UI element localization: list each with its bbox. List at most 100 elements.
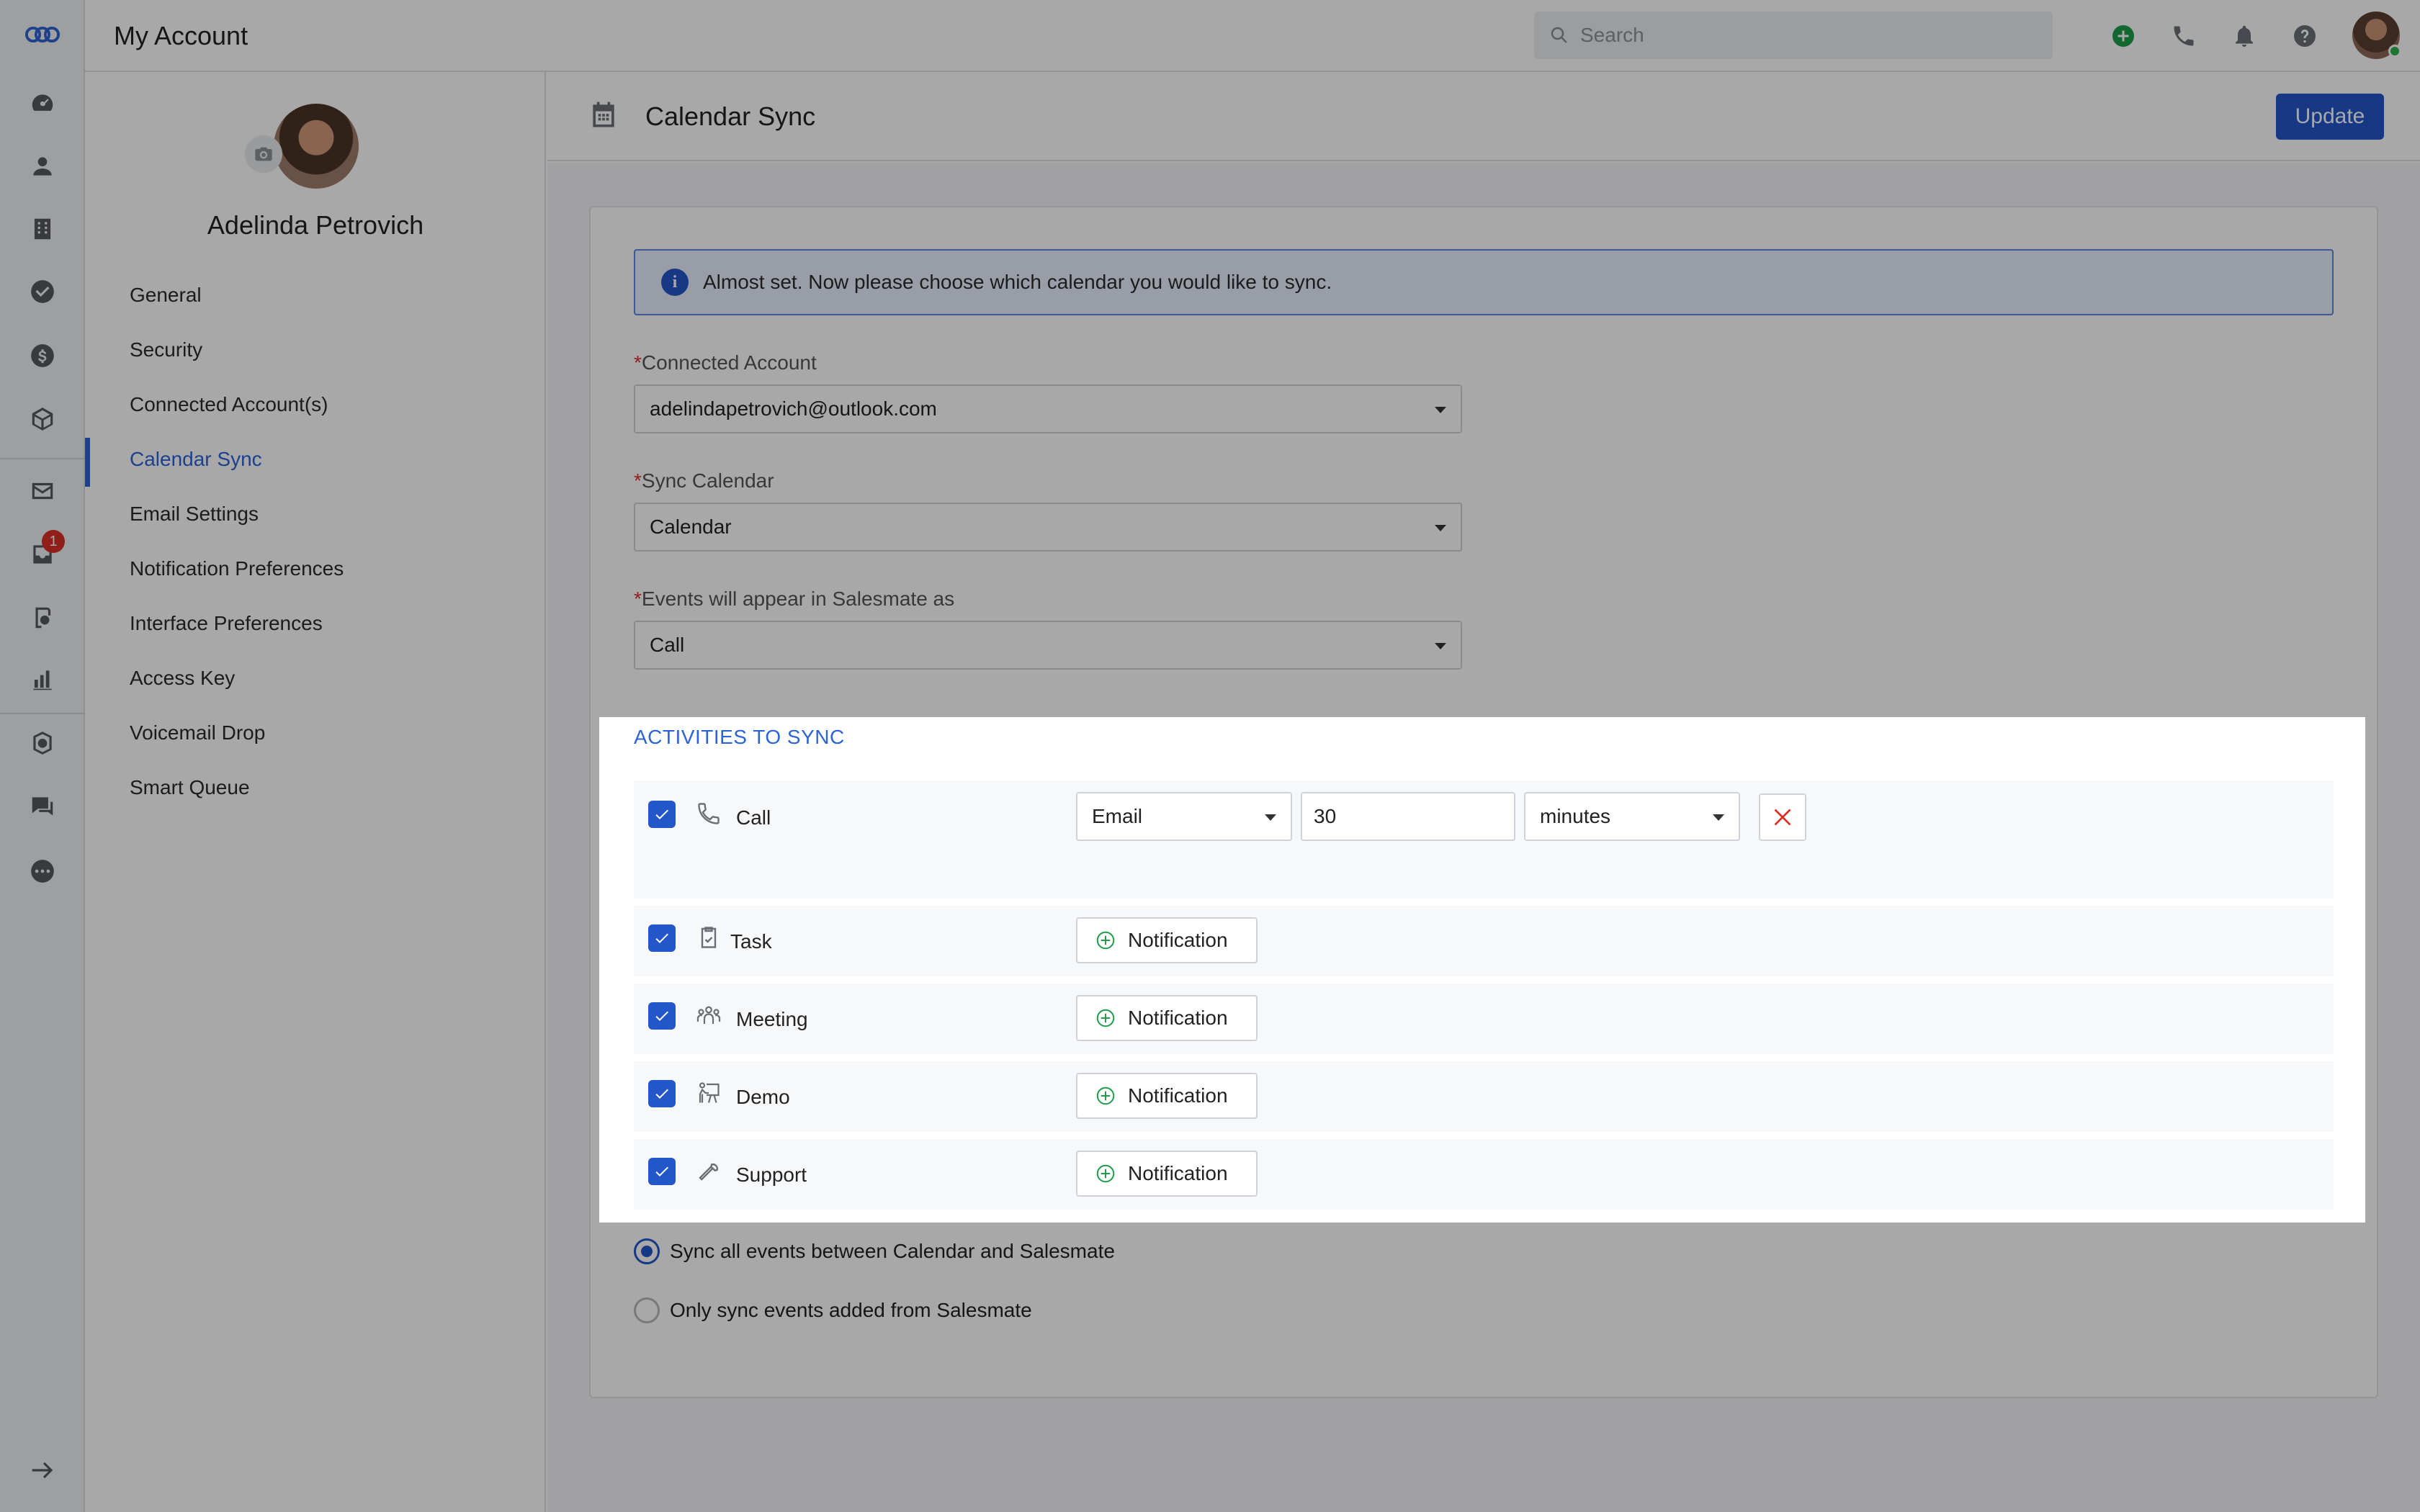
notification-label: Notification — [1128, 1162, 1228, 1184]
search-icon — [1551, 27, 1567, 43]
support-checkbox[interactable] — [648, 1158, 676, 1185]
search-input[interactable] — [1579, 23, 2011, 48]
nav-item-smart-queue[interactable]: Smart Queue — [130, 776, 250, 799]
nav-item-interface-preferences[interactable]: Interface Preferences — [130, 612, 323, 635]
check-icon — [655, 1089, 668, 1099]
sync-calendar-label: *Sync Calendar — [634, 469, 774, 492]
notification-label: Notification — [1128, 1084, 1228, 1107]
add-notification-button[interactable]: Notification — [1076, 995, 1258, 1041]
nav-item-calendar-sync[interactable]: Calendar Sync — [130, 448, 262, 471]
page-title: My Account — [114, 21, 248, 50]
sync-salesmate-only-label: Only sync events added from Salesmate — [670, 1299, 1032, 1321]
sync-calendar-value: Calendar — [650, 516, 732, 538]
sync-all-option[interactable]: Sync all events between Calendar and Sal… — [634, 1238, 1115, 1264]
contacts-icon[interactable] — [24, 148, 61, 185]
user-avatar[interactable] — [2352, 12, 2401, 59]
reminder-unit-value: minutes — [1540, 805, 1611, 827]
add-icon — [1096, 1086, 1115, 1105]
demo-checkbox[interactable] — [648, 1080, 676, 1107]
nav-item-voicemail-drop[interactable]: Voicemail Drop — [130, 721, 265, 744]
support-icon — [696, 1158, 723, 1185]
chevron-down-icon — [1435, 407, 1446, 413]
activities-icon[interactable] — [24, 273, 61, 310]
task-icon — [696, 924, 723, 952]
add-notification-button[interactable]: Notification — [1076, 1073, 1258, 1119]
meeting-icon — [696, 1002, 723, 1030]
search-box[interactable] — [1534, 12, 2053, 59]
chat-icon[interactable] — [24, 788, 61, 825]
nav-item-email-settings[interactable]: Email Settings — [130, 503, 259, 526]
check-icon — [655, 1166, 668, 1176]
add-notification-button[interactable]: Notification — [1076, 917, 1258, 963]
automation-icon[interactable] — [24, 724, 61, 762]
connected-account-value: adelindapetrovich@outlook.com — [650, 397, 937, 420]
update-button[interactable]: Update — [2276, 94, 2384, 140]
connected-account-select[interactable]: adelindapetrovich@outlook.com — [634, 384, 1462, 433]
sequences-icon[interactable] — [24, 599, 61, 636]
check-icon — [655, 933, 668, 943]
activity-row-support: Support Notification — [634, 1139, 2334, 1210]
chevron-down-icon — [1265, 814, 1276, 821]
active-indicator — [85, 438, 90, 487]
add-icon — [1096, 1009, 1115, 1027]
online-status-dot — [2388, 45, 2401, 58]
activity-row-demo: Demo Notification — [634, 1061, 2334, 1132]
add-icon[interactable] — [2106, 19, 2141, 53]
reminder-unit-select[interactable]: minutes — [1524, 792, 1740, 841]
help-icon[interactable] — [2287, 19, 2322, 53]
support-label: Support — [736, 1164, 807, 1186]
call-label: Call — [736, 806, 771, 829]
bell-icon[interactable] — [2227, 19, 2262, 53]
notification-label: Notification — [1128, 1007, 1228, 1029]
phone-icon[interactable] — [2166, 19, 2201, 53]
sync-salesmate-only-option[interactable]: Only sync events added from Salesmate — [634, 1297, 1032, 1323]
close-icon — [1774, 809, 1791, 826]
expand-icon[interactable] — [24, 1452, 61, 1489]
camera-icon[interactable] — [245, 135, 282, 173]
demo-label: Demo — [736, 1086, 790, 1108]
add-icon — [1096, 1164, 1115, 1183]
info-icon: i — [661, 269, 689, 296]
activity-row-call: Call Email minutes — [634, 780, 2334, 899]
reminder-type-select[interactable]: Email — [1076, 792, 1292, 841]
nav-item-connected-accounts[interactable]: Connected Account(s) — [130, 393, 328, 416]
add-icon — [1096, 931, 1115, 950]
add-notification-button[interactable]: Notification — [1076, 1151, 1258, 1197]
salesmate-logo-icon[interactable] — [24, 16, 61, 53]
info-banner: i Almost set. Now please choose which ca… — [634, 249, 2334, 315]
chevron-down-icon — [1435, 643, 1446, 649]
email-icon[interactable] — [24, 472, 61, 510]
nav-item-security[interactable]: Security — [130, 338, 202, 361]
more-icon[interactable] — [24, 852, 61, 890]
reminder-value-input[interactable] — [1301, 792, 1515, 841]
activity-row-meeting: Meeting Notification — [634, 984, 2334, 1054]
notification-label: Notification — [1128, 929, 1228, 951]
events-as-value: Call — [650, 634, 685, 656]
reminder-type-value: Email — [1092, 805, 1143, 827]
top-bar: My Account — [85, 0, 2420, 72]
meeting-checkbox[interactable] — [648, 1002, 676, 1030]
events-as-select[interactable]: Call — [634, 621, 1462, 670]
phone-icon — [696, 801, 723, 828]
activities-title: ACTIVITIES TO SYNC — [634, 726, 845, 748]
sync-all-label: Sync all events between Calendar and Sal… — [670, 1240, 1115, 1262]
account-sidebar: Adelinda Petrovich General Security Conn… — [85, 72, 546, 1512]
meeting-label: Meeting — [736, 1008, 808, 1030]
nav-item-notification-preferences[interactable]: Notification Preferences — [130, 557, 344, 580]
nav-item-general[interactable]: General — [130, 284, 202, 307]
task-checkbox[interactable] — [648, 924, 676, 952]
chevron-down-icon — [1435, 525, 1446, 531]
radio-unselected[interactable] — [634, 1297, 660, 1323]
products-icon[interactable] — [24, 400, 61, 438]
deals-icon[interactable] — [24, 337, 61, 374]
dashboard-icon[interactable] — [24, 85, 61, 122]
companies-icon[interactable] — [24, 210, 61, 248]
nav-item-access-key[interactable]: Access Key — [130, 667, 235, 690]
events-as-label: *Events will appear in Salesmate as — [634, 588, 955, 610]
remove-reminder-button[interactable] — [1759, 793, 1806, 841]
sync-calendar-select[interactable]: Calendar — [634, 503, 1462, 552]
reports-icon[interactable] — [24, 661, 61, 698]
radio-selected[interactable] — [634, 1238, 660, 1264]
info-text: Almost set. Now please choose which cale… — [703, 271, 1332, 293]
call-checkbox[interactable] — [648, 801, 676, 828]
